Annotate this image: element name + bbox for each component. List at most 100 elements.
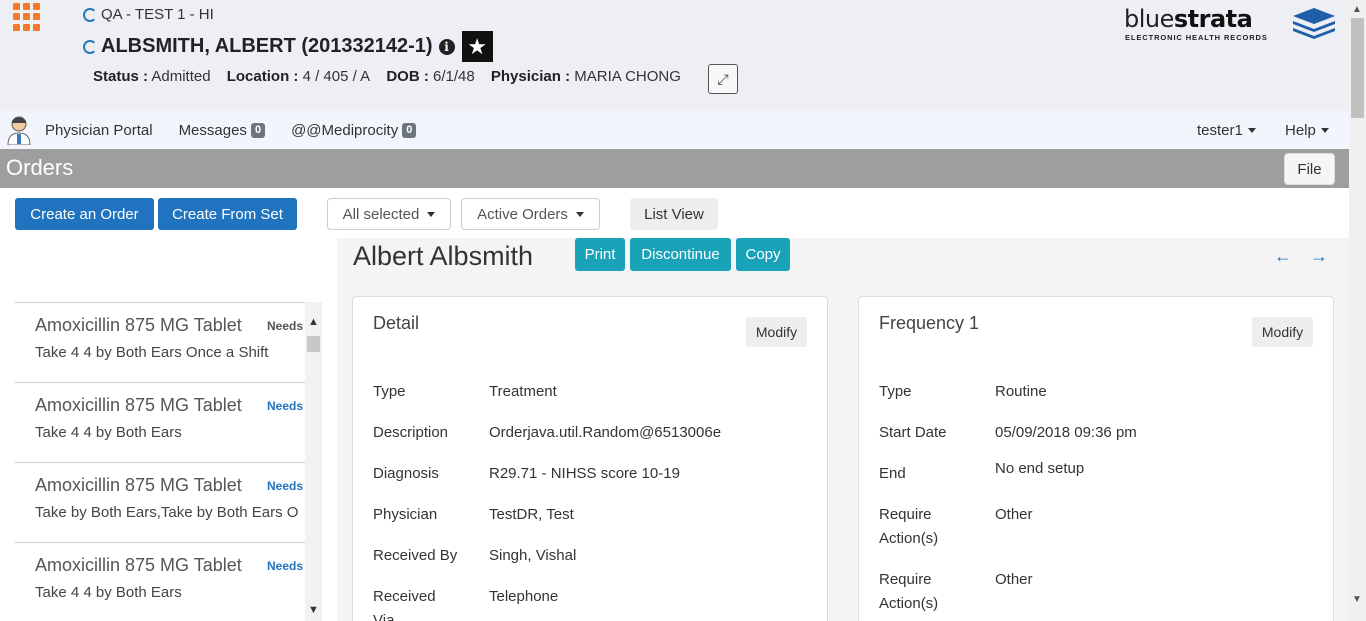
nav-mediprocity[interactable]: @@Mediprocity 0 [278, 122, 429, 139]
scrollbar-thumb[interactable] [307, 336, 320, 352]
bluestrata-logo: bluestrata ELECTRONIC HEALTH RECORDS [1124, 5, 1336, 45]
location-value: 4 / 405 / A [302, 68, 371, 85]
status-label: Status : [93, 68, 149, 85]
field-value: Routine [995, 383, 1047, 400]
field-label: Start Date [879, 424, 947, 441]
field-value: 05/09/2018 09:36 pm [995, 424, 1137, 441]
field-label: Diagnosis [373, 465, 439, 482]
physician-value: MARIA CHONG [574, 68, 681, 85]
logo-wordmark: bluestrata [1124, 5, 1253, 33]
order-name: Amoxicillin 875 MG Tablet [35, 395, 242, 415]
filter-status-dropdown[interactable]: Active Orders [461, 198, 600, 230]
modify-button[interactable]: Modify [1252, 317, 1313, 347]
star-icon[interactable]: ★ [461, 31, 493, 62]
order-list-scrollbar[interactable]: ▲ ▼ [305, 302, 322, 621]
list-item[interactable]: Amoxicillin 875 MG Tablet Needs Take 4 4… [15, 543, 305, 621]
info-icon[interactable]: i [438, 38, 455, 55]
logo-subtitle: ELECTRONIC HEALTH RECORDS [1125, 33, 1268, 42]
order-flag: Needs [267, 319, 304, 333]
context-label: QA - TEST 1 - HI [83, 6, 214, 23]
scroll-down-icon[interactable]: ▼ [1352, 594, 1362, 605]
order-flag: Needs [267, 559, 304, 573]
card-title: Frequency 1 [879, 313, 980, 333]
page-scrollbar[interactable]: ▲ ▼ [1349, 0, 1366, 621]
field-value: Telephone [489, 588, 559, 605]
previous-arrow-icon[interactable]: ← [1274, 246, 1292, 267]
filter-selected-dropdown[interactable]: All selected [327, 198, 451, 230]
order-name: Amoxicillin 875 MG Tablet [35, 555, 242, 575]
list-item[interactable]: Amoxicillin 875 MG Tablet Needs Take 4 4… [15, 383, 305, 463]
field-label: Require Action(s) [879, 571, 939, 612]
create-from-set-button[interactable]: Create From Set [158, 198, 297, 230]
patient-name: ALBSMITH, ALBERT (201332142-1) [101, 35, 433, 57]
refresh-icon[interactable] [83, 8, 97, 23]
field-label: Received By [373, 547, 458, 564]
patient-header: QA - TEST 1 - HI ALBSMITH, ALBERT (20133… [0, 0, 1349, 111]
expand-icon[interactable]: ⤢ [708, 64, 738, 94]
field-label: Received Via [373, 588, 436, 621]
scroll-up-icon[interactable]: ▲ [1352, 4, 1362, 15]
location-label: Location : [226, 68, 299, 85]
create-order-button[interactable]: Create an Order [15, 198, 154, 230]
orders-title-bar: Orders File [0, 149, 1349, 188]
field-value: TestDR, Test [489, 506, 574, 523]
list-item[interactable]: Amoxicillin 875 MG Tablet Needs Take by … [15, 463, 305, 543]
order-instructions: Take by Both Ears,Take by Both Ears O [35, 504, 299, 521]
field-value: Other [995, 506, 1033, 523]
apps-grid-icon[interactable] [13, 3, 41, 31]
discontinue-button[interactable]: Discontinue [630, 238, 731, 271]
help-menu[interactable]: Help [1285, 111, 1329, 149]
refresh-icon[interactable] [83, 39, 97, 54]
detail-patient-name: Albert Albsmith [353, 241, 534, 271]
order-flag: Needs [267, 399, 304, 413]
detail-card: Detail Modify Type Treatment Description O… [352, 296, 828, 621]
mediprocity-count-badge: 0 [402, 122, 417, 138]
patient-name-row: ALBSMITH, ALBERT (201332142-1) i ★ [83, 31, 493, 62]
field-label: Physician [373, 506, 438, 523]
logo-layers-icon [1293, 8, 1335, 39]
messages-count-badge: 0 [250, 122, 266, 138]
scrollbar-thumb[interactable] [1351, 18, 1364, 118]
field-value: Orderjava.util.Random@6513006e [489, 424, 722, 441]
field-label: Type [373, 383, 406, 400]
frequency-card: Frequency 1 Modify Type Routine Start Dat… [858, 296, 1334, 621]
order-instructions: Take 4 4 by Both Ears Once a Shift [35, 344, 269, 361]
dob-label: DOB : [386, 68, 429, 85]
physician-avatar-icon [7, 116, 31, 145]
order-instructions: Take 4 4 by Both Ears [35, 424, 182, 441]
caret-down-icon [427, 211, 436, 217]
file-button[interactable]: File [1284, 153, 1335, 185]
list-view-button[interactable]: List View [630, 198, 718, 230]
field-value: Singh, Vishal [489, 547, 577, 564]
user-menu[interactable]: tester1 [1197, 111, 1256, 149]
scroll-up-icon[interactable]: ▲ [308, 316, 319, 328]
patient-meta: Status : Admitted Location : 4 / 405 / A… [93, 68, 681, 85]
field-value: R29.71 - NIHSS score 10-19 [489, 465, 680, 482]
order-flag: Needs [267, 479, 304, 493]
physician-label: Physician : [490, 68, 571, 85]
modify-button[interactable]: Modify [746, 317, 807, 347]
order-name: Amoxicillin 875 MG Tablet [35, 475, 242, 495]
print-button[interactable]: Print [575, 238, 625, 271]
caret-down-icon [1247, 127, 1256, 133]
nav-messages[interactable]: Messages 0 [166, 122, 279, 139]
field-label: Description [373, 424, 449, 441]
nav-physician-portal[interactable]: Physician Portal [32, 122, 166, 139]
order-name: Amoxicillin 875 MG Tablet [35, 315, 242, 335]
field-value: No end setup [995, 460, 1085, 477]
field-label: Type [879, 383, 912, 400]
caret-down-icon [575, 211, 584, 217]
scroll-down-icon[interactable]: ▼ [308, 604, 319, 616]
next-arrow-icon[interactable]: → [1310, 246, 1328, 267]
card-title: Detail [373, 313, 420, 333]
dob-value: 6/1/48 [432, 68, 475, 85]
page-title: Orders [6, 155, 74, 180]
list-item[interactable]: Amoxicillin 875 MG Tablet Needs Take 4 4… [15, 303, 305, 383]
copy-button[interactable]: Copy [736, 238, 790, 271]
field-value: Other [995, 571, 1033, 588]
field-label: End [879, 465, 906, 482]
caret-down-icon [1320, 127, 1329, 133]
order-instructions: Take 4 4 by Both Ears [35, 584, 182, 601]
field-label: Require Action(s) [879, 506, 939, 547]
order-list: Amoxicillin 875 MG Tablet Needs Take 4 4… [15, 302, 305, 621]
